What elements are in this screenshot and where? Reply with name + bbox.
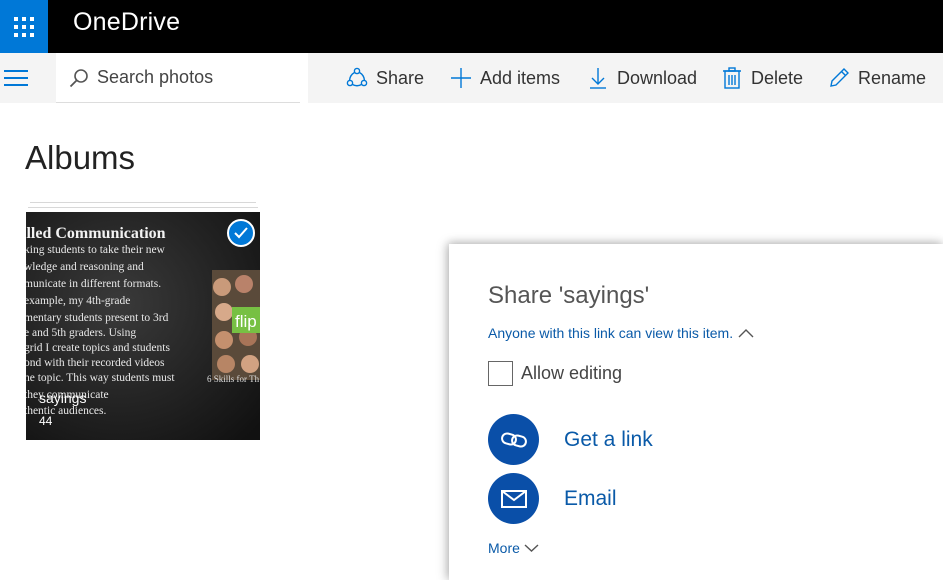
thumb-heading: illed Communication xyxy=(26,225,166,242)
navigation-menu-button[interactable] xyxy=(0,53,32,103)
app-launcher-icon xyxy=(14,16,34,37)
plus-icon xyxy=(451,68,471,88)
link-icon xyxy=(500,431,527,448)
thumb-badge: flip xyxy=(235,312,257,331)
chevron-up-icon xyxy=(738,329,754,338)
add-items-button[interactable]: Add items xyxy=(450,53,560,103)
rename-label: Rename xyxy=(858,67,927,88)
top-bar: OneDrive xyxy=(0,0,943,53)
link-permission-text: Anyone with this link can view this item… xyxy=(488,325,734,341)
thumb-line: he topic. This way students must xyxy=(26,372,175,384)
command-bar: Share Add items Download Delete Rename xyxy=(0,53,943,103)
delete-button[interactable]: Delete xyxy=(721,53,803,103)
album-stack-edge xyxy=(30,202,256,203)
share-button[interactable]: Share xyxy=(346,53,424,103)
rename-button[interactable]: Rename xyxy=(828,53,926,103)
allow-editing-checkbox[interactable] xyxy=(488,361,513,386)
email-label: Email xyxy=(564,486,617,510)
page-title: Albums xyxy=(25,139,136,176)
app-title[interactable]: OneDrive xyxy=(73,8,180,37)
email-option[interactable]: Email xyxy=(488,473,617,524)
get-link-button[interactable] xyxy=(488,414,539,465)
more-label: More xyxy=(488,540,520,556)
album-card[interactable]: illed Communication king students to tak… xyxy=(26,212,260,440)
download-label: Download xyxy=(617,67,698,88)
email-button[interactable] xyxy=(488,473,539,524)
thumb-line: grid I create topics and students xyxy=(26,342,170,354)
chevron-down-icon xyxy=(524,544,539,552)
search-input[interactable] xyxy=(97,67,297,88)
add-items-label: Add items xyxy=(480,67,561,88)
pencil-icon xyxy=(830,68,849,87)
link-permission-toggle[interactable]: Anyone with this link can view this item… xyxy=(488,325,754,341)
hamburger-icon xyxy=(4,70,28,86)
search-box[interactable] xyxy=(56,53,300,103)
thumb-line: mentary students present to 3rd xyxy=(26,312,169,324)
share-panel-title: Share 'sayings' xyxy=(488,282,650,309)
thumb-line: example, my 4th-grade xyxy=(26,295,130,307)
thumb-line: ond with their recorded videos xyxy=(26,357,165,369)
search-divider xyxy=(300,53,308,103)
thumb-line: king students to take their new xyxy=(26,244,166,256)
download-icon xyxy=(590,68,606,89)
album-count: 44 xyxy=(39,414,53,428)
thumb-caption: 6 Skills for Th xyxy=(207,374,260,384)
trash-icon xyxy=(723,67,741,89)
get-link-option[interactable]: Get a link xyxy=(488,414,653,465)
thumb-line: e and 5th graders. Using xyxy=(26,327,136,339)
delete-label: Delete xyxy=(751,67,804,88)
allow-editing-label: Allow editing xyxy=(521,363,623,383)
share-icon xyxy=(346,67,368,87)
search-icon xyxy=(69,68,88,87)
more-options-toggle[interactable]: More xyxy=(488,540,539,556)
share-panel: Share 'sayings' Anyone with this link ca… xyxy=(449,244,943,580)
allow-editing-option[interactable]: Allow editing xyxy=(488,361,622,386)
selected-checkbox[interactable] xyxy=(227,219,255,247)
album-stack-edge xyxy=(28,207,258,208)
get-link-label: Get a link xyxy=(564,427,653,451)
album-name: sayings xyxy=(39,390,87,406)
envelope-icon xyxy=(500,489,527,508)
app-launcher-button[interactable] xyxy=(0,0,48,53)
thumb-line: wledge and reasoning and xyxy=(26,261,144,273)
checkmark-icon xyxy=(234,227,248,239)
thumb-line: municate in different formats. xyxy=(26,278,161,290)
download-button[interactable]: Download xyxy=(587,53,697,103)
share-label: Share xyxy=(376,67,425,88)
